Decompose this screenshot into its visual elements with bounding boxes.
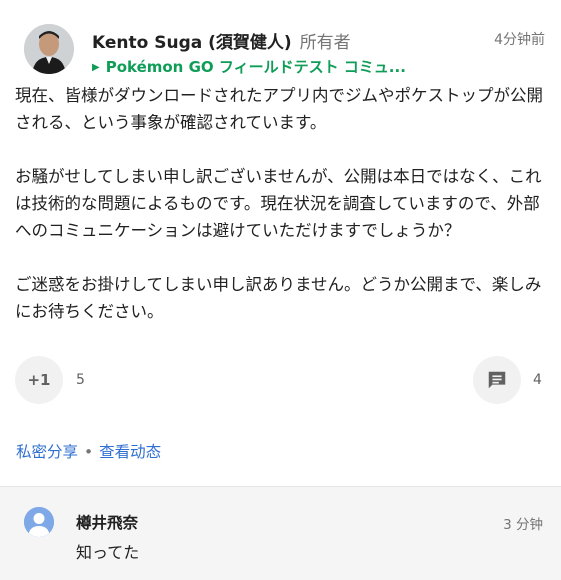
- post-paragraph: 現在、皆様がダウンロードされたアプリ内でジムやポケストップが公開される、という事…: [15, 86, 543, 132]
- plus-one-button[interactable]: +1: [15, 356, 63, 404]
- author-avatar[interactable]: [24, 24, 74, 74]
- commenter-name[interactable]: 樽井飛奈: [76, 511, 138, 533]
- comment-text: 知ってた: [76, 543, 140, 562]
- view-activity-link[interactable]: 查看动态: [99, 443, 161, 461]
- comment-count: 4: [533, 372, 542, 388]
- post-paragraph: ご迷惑をお掛けしてしまい申し訳ありません。どうか公開まで、楽しみにお待ちください…: [15, 275, 542, 321]
- post-body: 現在、皆様がダウンロードされたアプリ内でジムやポケストップが公開される、という事…: [15, 82, 545, 352]
- share-row: 私密分享 • 查看动态: [16, 440, 161, 462]
- community-name: Pokémon GO フィールドテスト コミュ...: [105, 58, 406, 76]
- commenter-avatar[interactable]: [24, 507, 54, 537]
- author-header: Kento Suga (須賀健人) 所有者: [92, 28, 351, 53]
- comment-button[interactable]: [473, 356, 521, 404]
- community-link[interactable]: ▶ Pokémon GO フィールドテスト コミュ...: [92, 56, 406, 77]
- post-paragraph: お騒がせしてしまい申し訳ございませんが、公開は本日ではなく、これは技術的な問題に…: [15, 167, 542, 240]
- separator-dot: •: [84, 443, 94, 461]
- author-name[interactable]: Kento Suga (須賀健人): [92, 33, 292, 53]
- comment-time: 3 分钟: [503, 517, 543, 533]
- private-share-link[interactable]: 私密分享: [16, 443, 78, 461]
- comment-icon: [488, 371, 506, 389]
- triangle-right-icon: ▶: [92, 62, 100, 73]
- owner-label: 所有者: [299, 33, 351, 53]
- post-card: Kento Suga (須賀健人) 所有者 4分钟前 ▶ Pokémon GO フィ…: [0, 0, 561, 486]
- plus-one-count: 5: [76, 372, 85, 388]
- comment-item: 樽井飛奈 3 分钟 知ってた: [0, 486, 561, 580]
- default-person-icon: [24, 507, 54, 537]
- person-photo-icon: [24, 24, 74, 74]
- post-timestamp: 4分钟前: [494, 32, 545, 48]
